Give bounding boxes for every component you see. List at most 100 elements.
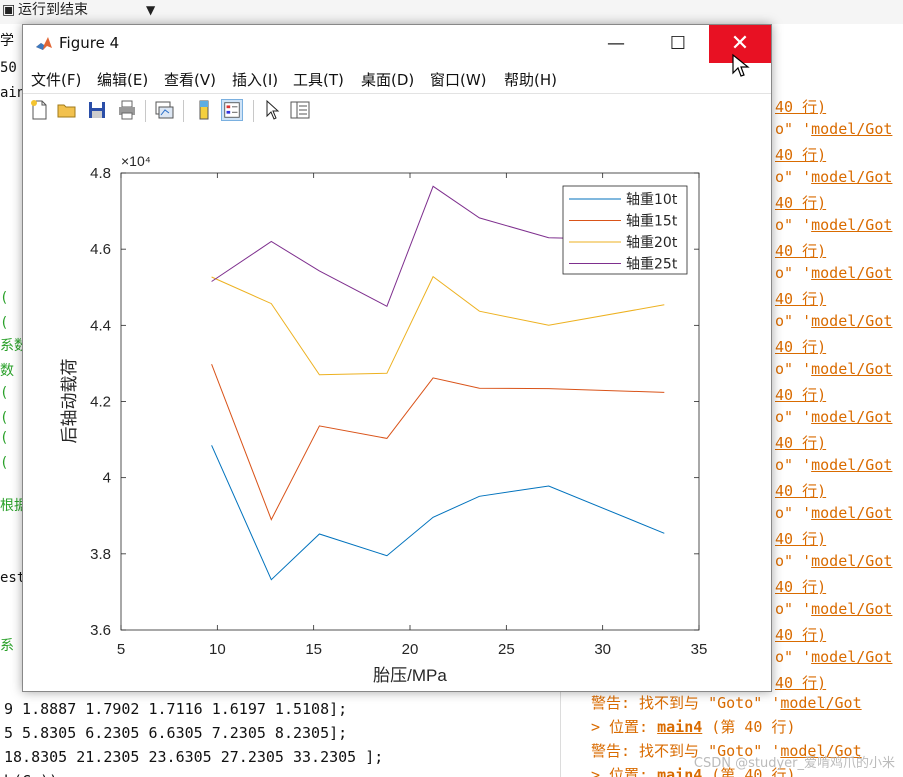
matlab-logo-icon [35,35,53,53]
menu-view[interactable]: 查看(V) [164,69,216,90]
y-tick-label: 4.8 [90,165,111,182]
new-figure-icon[interactable] [28,99,50,121]
console-line: 警告: 找不到与 "Goto" 'model/Got [591,694,862,712]
code-line: 18.8305 21.2305 23.6305 27.2305 33.2305 … [4,748,384,766]
editor-line-fragment: ain [0,85,23,101]
y-tick-label: 3.6 [90,622,111,639]
console-link[interactable]: 40 行) [775,98,826,116]
plot-area: 5 10 15 20 25 30 35 3.6 3.8 4 4.2 4.4 4.6 4.8 ×10⁴ 胎压… [23,128,771,691]
legend-label: 轴重15t [626,214,678,230]
console-link[interactable]: 40 行) [775,530,826,548]
x-tick-label: 10 [209,641,226,658]
edit-plot-arrow-icon[interactable] [261,99,283,121]
console-line: o" 'model/Got [775,216,893,234]
console-link[interactable]: model/Got [811,600,892,618]
console-link[interactable]: 40 行) [775,386,826,404]
y-axis-label: 后轴动载荷 [60,359,80,444]
console-line: o" 'model/Got [775,456,893,474]
title-bar[interactable]: Figure 4 — ☐ ✕ [23,25,771,63]
command-window-right: 40 行) o" 'model/Got 40 行) o" 'model/Got 40 行… [770,24,903,777]
figure-toolbar [23,93,771,129]
command-window-bottom: 9 1.8887 1.7902 1.7116 1.6197 1.5108]; 5 … [0,690,560,777]
code-line: 5 5.8305 6.2305 6.6305 7.2305 8.2305]; [4,724,348,742]
legend-label: 轴重25t [626,257,678,273]
console-link[interactable]: model/Got [811,408,892,426]
console-link[interactable]: model/Got [811,216,892,234]
console-line: 40 行) [775,624,826,645]
console-line: o" 'model/Got [775,552,893,570]
editor-line-fragment: ( [0,410,9,426]
editor-line-fragment: 系数 [0,338,22,354]
menu-file[interactable]: 文件(F) [31,69,81,90]
console-link[interactable]: model/Got [811,552,892,570]
editor-left-fragments: 学 50 ain ((系数数 ((((根据 est 系 [0,24,23,777]
window-title: Figure 4 [59,34,120,52]
console-link[interactable]: 40 行) [775,194,826,212]
editor-line-fragment: 数 [0,363,14,379]
console-line: 40 行) [775,240,826,261]
maximize-button[interactable]: ☐ [647,25,709,63]
property-inspector-icon[interactable] [289,99,311,121]
console-link[interactable]: 40 行) [775,482,826,500]
console-link[interactable]: model/Got [811,360,892,378]
editor-line-fragment: 学 [0,33,14,49]
menu-help[interactable]: 帮助(H) [504,69,557,90]
code-line: h(Cp)); [4,772,67,777]
y-tick-label: 4.2 [90,394,111,411]
console-line: o" 'model/Got [775,648,893,666]
editor-line-fragment: ( [0,455,9,471]
console-link[interactable]: model/Got [811,648,892,666]
console-link[interactable]: model/Got [811,312,892,330]
console-link[interactable]: 40 行) [775,578,826,596]
mouse-cursor-icon [732,53,750,77]
legend-label: 轴重10t [626,192,678,208]
x-tick-label: 30 [594,641,611,658]
console-link[interactable]: 40 行) [775,626,826,644]
line-chart: 5 10 15 20 25 30 35 3.6 3.8 4 4.2 4.4 4.6 4.8 ×10⁴ 胎压… [60,153,707,685]
console-line: o" 'model/Got [775,312,893,330]
console-link[interactable]: model/Got [811,456,892,474]
console-line: 40 行) [775,384,826,405]
run-to-end-label[interactable]: 运行到结束 [18,0,88,20]
console-link[interactable]: model/Got [811,120,892,138]
print-icon[interactable] [116,99,138,121]
console-line: 40 行) [775,336,826,357]
console-line: o" 'model/Got [775,120,893,138]
link-plot-icon[interactable] [153,99,175,121]
console-link[interactable]: 40 行) [775,338,826,356]
console-link[interactable]: model/Got [811,168,892,186]
watermark: CSDN @studyer_爱啃鸡爪的小米 [693,756,895,771]
save-icon[interactable] [86,99,108,121]
console-line: 40 行) [775,192,826,213]
menu-window[interactable]: 窗口(W) [430,69,487,90]
console-line: o" 'model/Got [775,360,893,378]
console-line: 40 行) [775,480,826,501]
console-link[interactable]: model/Got [811,264,892,282]
menu-tools[interactable]: 工具(T) [293,69,344,90]
editor-line-fragment: ( [0,430,9,446]
menu-bar: 文件(F) 编辑(E) 查看(V) 插入(I) 工具(T) 桌面(D) 窗口(W… [23,63,771,93]
colorbar-icon[interactable] [193,99,215,121]
editor-line-fragment: est [0,570,23,586]
editor-line-fragment: ( [0,290,9,306]
console-link[interactable]: 40 行) [775,434,826,452]
x-tick-label: 5 [117,641,125,658]
console-link[interactable]: 40 行) [775,242,826,260]
menu-edit[interactable]: 编辑(E) [97,69,148,90]
editor-line-fragment: 根据 [0,498,22,514]
toolbar-separator [253,100,254,122]
legend[interactable]: 轴重10t 轴重15t 轴重20t 轴重25t [562,185,688,275]
console-link[interactable]: 40 行) [775,146,826,164]
open-file-icon[interactable] [56,99,78,121]
menu-insert[interactable]: 插入(I) [232,69,278,90]
console-line: 40 行) [775,432,826,453]
console-link[interactable]: model/Got [811,504,892,522]
x-tick-label: 15 [305,641,322,658]
editor-line-fragment: ( [0,315,9,331]
console-link[interactable]: 40 行) [775,290,826,308]
dropdown-arrow-icon[interactable]: ▼ [146,0,155,20]
legend-icon[interactable] [221,99,243,121]
run-to-end-icon[interactable]: ▣ [2,0,15,20]
menu-desktop[interactable]: 桌面(D) [361,69,414,90]
minimize-button[interactable]: — [585,25,647,63]
